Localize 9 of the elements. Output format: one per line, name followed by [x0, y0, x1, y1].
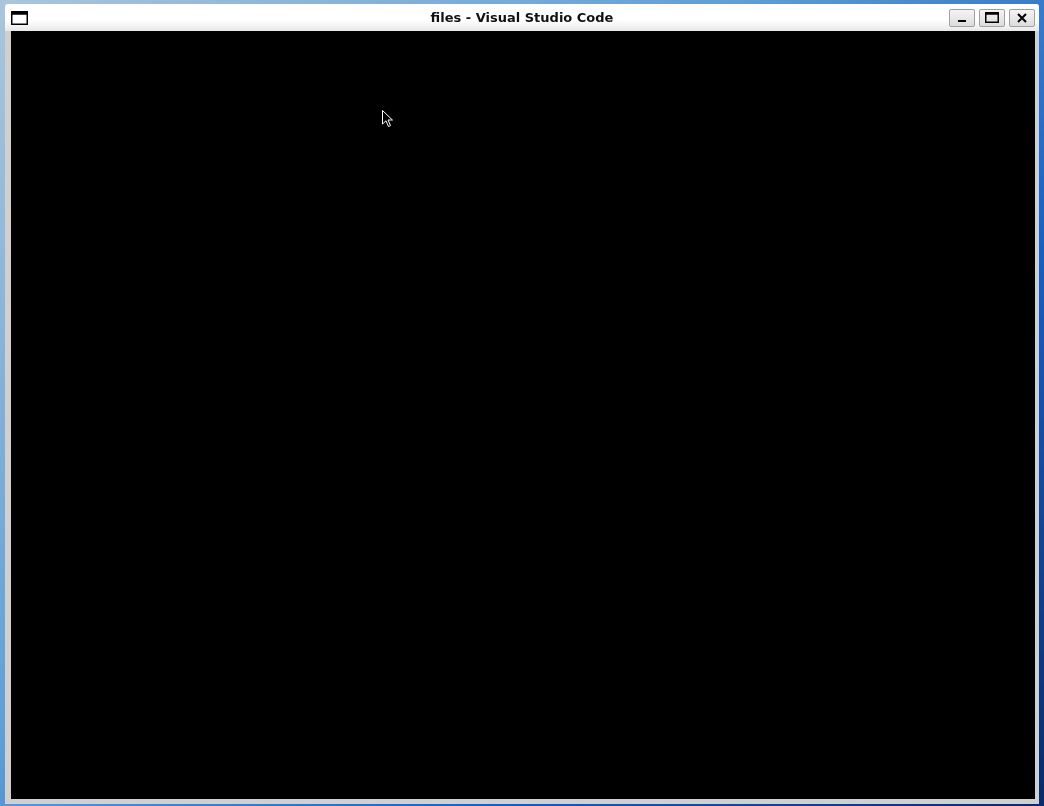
minimize-button[interactable] — [949, 8, 975, 27]
window-icon — [11, 10, 28, 25]
maximize-button[interactable] — [979, 8, 1005, 27]
close-button[interactable] — [1009, 8, 1035, 27]
minimize-icon — [958, 20, 966, 22]
maximize-icon — [985, 12, 999, 23]
window-title: files - Visual Studio Code — [430, 10, 614, 25]
close-icon — [1017, 12, 1027, 23]
cursor-icon — [382, 110, 393, 127]
